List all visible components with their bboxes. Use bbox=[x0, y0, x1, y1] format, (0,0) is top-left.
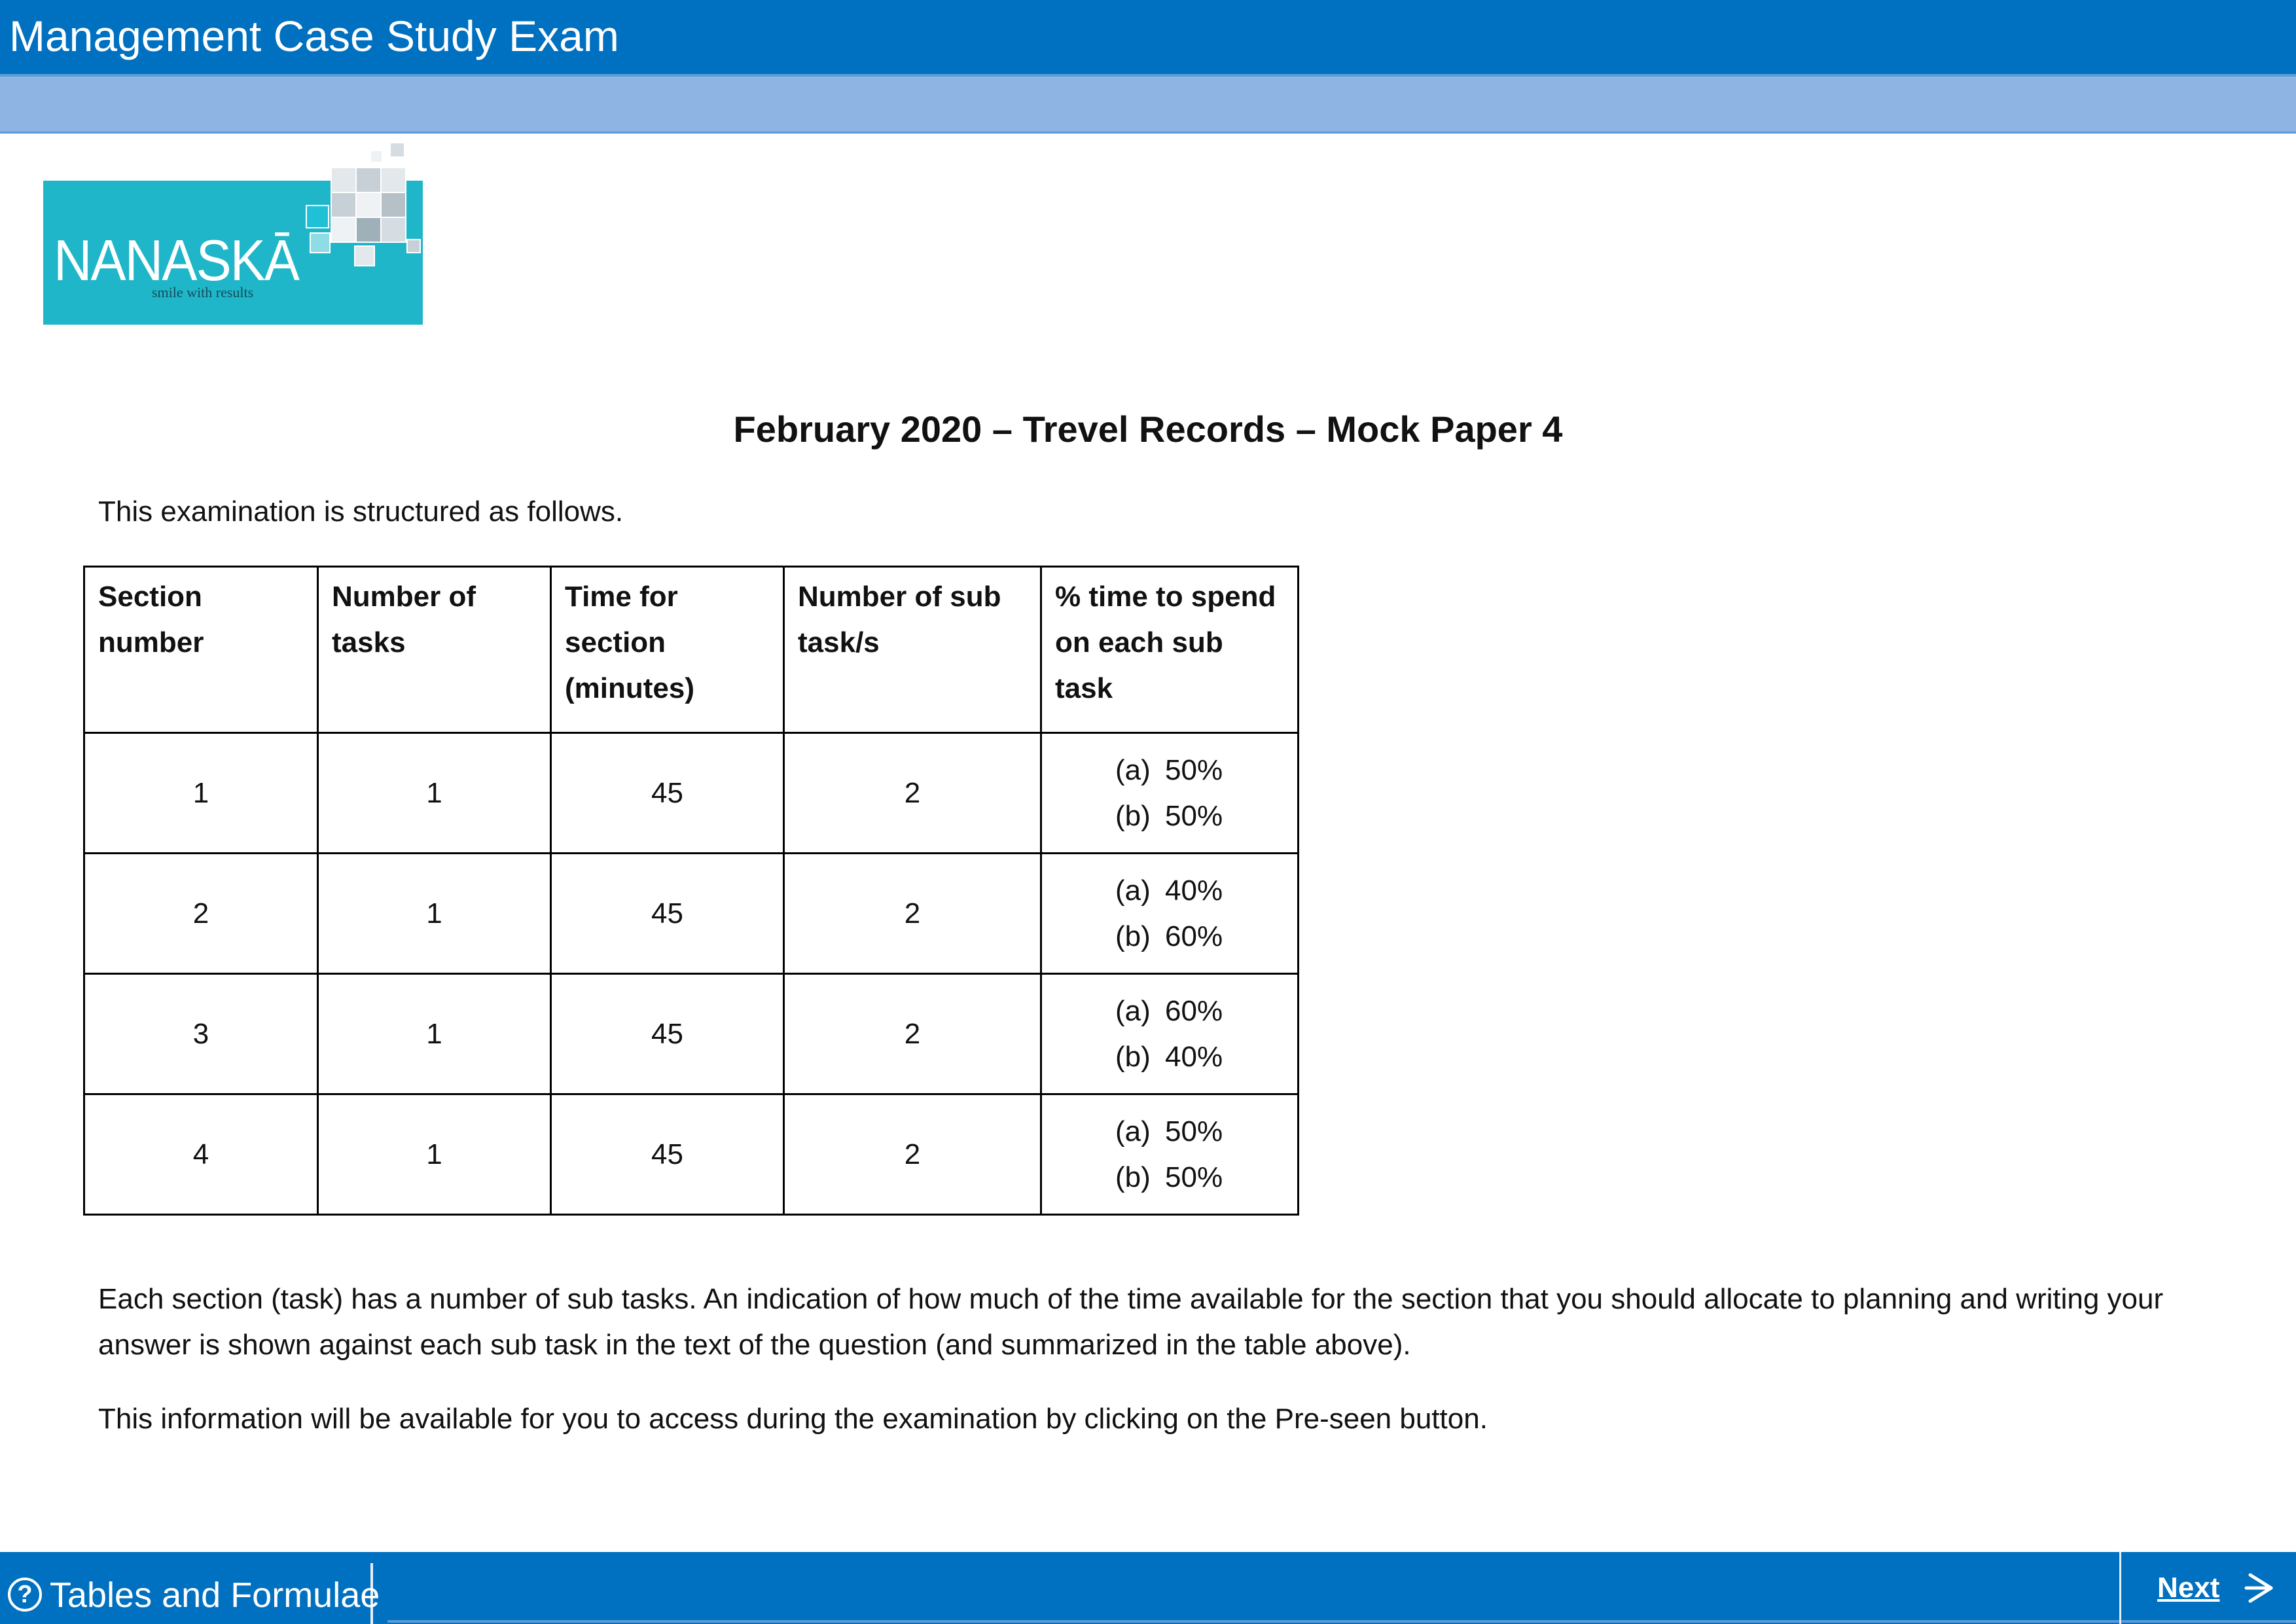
subtask-a-label: (a) bbox=[1115, 753, 1151, 786]
subtask-b-label: (b) bbox=[1115, 1161, 1151, 1193]
header-number-of-subtasks: Number of sub task/s bbox=[783, 566, 1042, 734]
cell-tasks: 1 bbox=[317, 973, 552, 1095]
subtask-a-line: (a) 50% bbox=[1115, 748, 1297, 793]
subtask-b-value: 60% bbox=[1165, 920, 1223, 952]
header-number-of-tasks: Number of tasks bbox=[317, 566, 552, 734]
subtask-a-value: 40% bbox=[1165, 874, 1223, 907]
title-bar: Management Case Study Exam bbox=[0, 0, 2296, 77]
subtask-b-line: (b) 60% bbox=[1115, 914, 1297, 960]
sub-toolbar bbox=[0, 77, 2296, 134]
logo-brand-text: NANASKĀ bbox=[54, 228, 300, 293]
subtask-b-label: (b) bbox=[1115, 1040, 1151, 1073]
table-row: 1 1 45 2 (a) 50% (b) 50% bbox=[83, 732, 1299, 854]
cell-time: 45 bbox=[550, 732, 785, 854]
cell-section: 3 bbox=[83, 973, 319, 1095]
subtask-a-label: (a) bbox=[1115, 994, 1151, 1027]
cell-percent: (a) 50% (b) 50% bbox=[1040, 1093, 1299, 1216]
logo-tagline: smile with results bbox=[152, 284, 254, 300]
question-circle-icon: ? bbox=[8, 1578, 42, 1612]
next-button[interactable]: Next bbox=[2134, 1558, 2291, 1621]
cell-subtasks: 2 bbox=[783, 732, 1042, 854]
subtask-a-line: (a) 40% bbox=[1115, 868, 1297, 914]
subtask-b-value: 40% bbox=[1165, 1040, 1223, 1073]
page-title: February 2020 – Trevel Records – Mock Pa… bbox=[733, 408, 1563, 450]
cell-time: 45 bbox=[550, 1093, 785, 1216]
table-header-row: Section number Number of tasks Time for … bbox=[83, 566, 1299, 734]
subtask-a-line: (a) 60% bbox=[1115, 988, 1297, 1034]
next-divider bbox=[2119, 1552, 2121, 1624]
subtask-b-value: 50% bbox=[1165, 799, 1223, 832]
subtask-a-line: (a) 50% bbox=[1115, 1109, 1297, 1155]
subtask-a-value: 60% bbox=[1165, 994, 1223, 1027]
header-time-for-section: Time for section (minutes) bbox=[550, 566, 785, 734]
arrow-right-icon bbox=[2244, 1573, 2273, 1603]
cell-subtasks: 2 bbox=[783, 1093, 1042, 1216]
header-section-number: Section number bbox=[83, 566, 319, 734]
intro-text: This examination is structured as follow… bbox=[98, 496, 624, 528]
next-label: Next bbox=[2157, 1572, 2220, 1604]
subtask-a-value: 50% bbox=[1165, 1115, 1223, 1147]
subtask-b-line: (b) 50% bbox=[1115, 793, 1297, 839]
tables-and-formulae-label: Tables and Formulae bbox=[50, 1576, 380, 1615]
cell-section: 1 bbox=[83, 732, 319, 854]
subtask-a-value: 50% bbox=[1165, 753, 1223, 786]
cell-time: 45 bbox=[550, 973, 785, 1095]
subtask-a-label: (a) bbox=[1115, 1115, 1151, 1147]
subtask-b-label: (b) bbox=[1115, 799, 1151, 832]
subtask-a-label: (a) bbox=[1115, 874, 1151, 907]
tables-and-formulae-button[interactable]: ? Tables and Formulae bbox=[0, 1563, 380, 1624]
app-title: Management Case Study Exam bbox=[9, 12, 619, 60]
preseen-info-paragraph: This information will be available for y… bbox=[98, 1403, 1488, 1435]
cell-section: 4 bbox=[83, 1093, 319, 1216]
subtask-b-value: 50% bbox=[1165, 1161, 1223, 1193]
cell-section: 2 bbox=[83, 852, 319, 975]
subtask-b-line: (b) 40% bbox=[1115, 1034, 1297, 1080]
cell-percent: (a) 50% (b) 50% bbox=[1040, 732, 1299, 854]
cell-subtasks: 2 bbox=[783, 852, 1042, 975]
cell-tasks: 1 bbox=[317, 732, 552, 854]
subtask-b-label: (b) bbox=[1115, 920, 1151, 952]
bottom-divider-line bbox=[387, 1620, 2296, 1623]
table-row: 2 1 45 2 (a) 40% (b) 60% bbox=[83, 852, 1299, 975]
instructions-paragraph: Each section (task) has a number of sub … bbox=[98, 1283, 2164, 1361]
subtask-b-line: (b) 50% bbox=[1115, 1155, 1297, 1200]
exam-structure-table: Section number Number of tasks Time for … bbox=[83, 566, 1299, 1216]
cell-time: 45 bbox=[550, 852, 785, 975]
header-percent-time: % time to spend on each sub task bbox=[1040, 566, 1299, 734]
cell-subtasks: 2 bbox=[783, 973, 1042, 1095]
cell-tasks: 1 bbox=[317, 1093, 552, 1216]
cell-tasks: 1 bbox=[317, 852, 552, 975]
nanaska-logo: NANASKĀ smile with results bbox=[43, 142, 423, 325]
cell-percent: (a) 60% (b) 40% bbox=[1040, 973, 1299, 1095]
cell-percent: (a) 40% (b) 60% bbox=[1040, 852, 1299, 975]
table-row: 4 1 45 2 (a) 50% (b) 50% bbox=[83, 1093, 1299, 1216]
table-row: 3 1 45 2 (a) 60% (b) 40% bbox=[83, 973, 1299, 1095]
cubes-graphic bbox=[306, 142, 421, 266]
